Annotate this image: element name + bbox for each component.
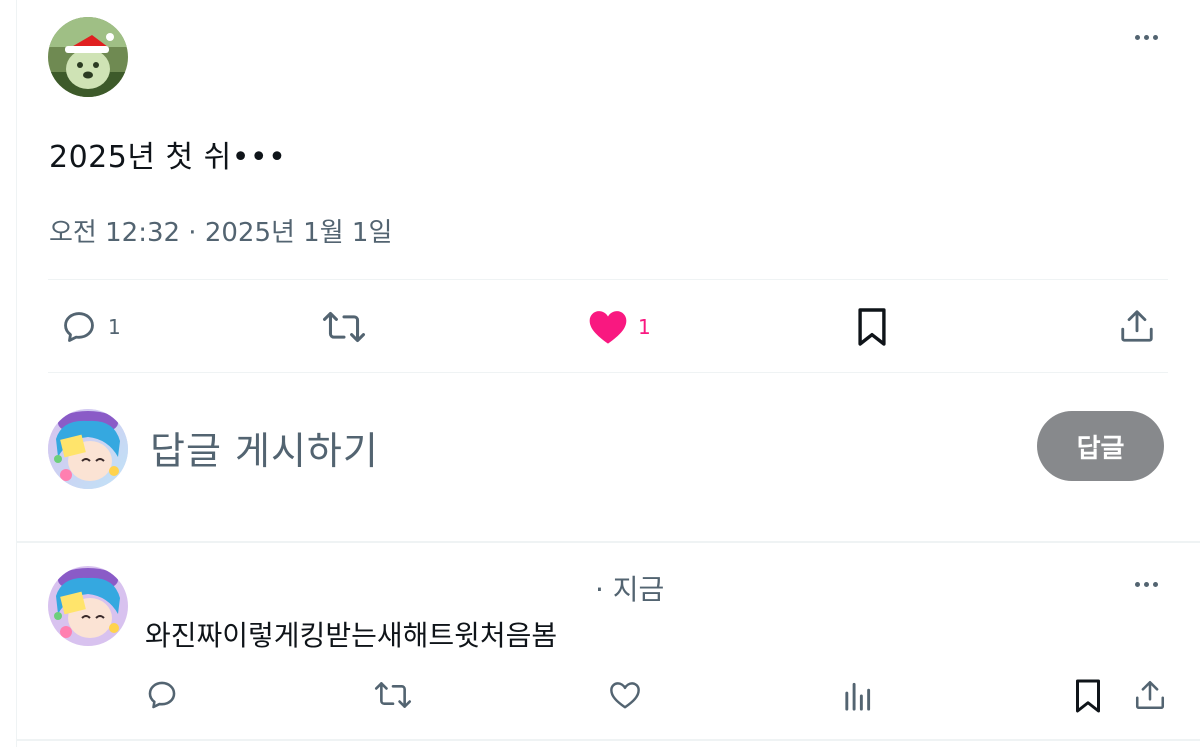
more-options-button[interactable] bbox=[1135, 35, 1158, 40]
divider bbox=[48, 372, 1168, 373]
tweet-timestamp[interactable]: 오전 12:32 · 2025년 1월 1일 bbox=[49, 212, 392, 249]
reply-text: 와진짜이렇게킹받는새해트윗처음봄 bbox=[145, 619, 558, 652]
my-avatar[interactable] bbox=[48, 409, 128, 489]
share-icon bbox=[1135, 680, 1165, 710]
reply-button[interactable]: 1 bbox=[60, 308, 121, 346]
more-icon bbox=[1135, 582, 1140, 587]
author-avatar[interactable] bbox=[48, 17, 128, 97]
reply-author-avatar[interactable] bbox=[48, 566, 128, 646]
reply-icon bbox=[148, 681, 176, 709]
anime-avatar-image bbox=[48, 566, 128, 646]
reply-submit-button[interactable]: 답글 bbox=[1037, 411, 1164, 481]
heart-icon bbox=[610, 682, 640, 709]
reply-count: 1 bbox=[108, 315, 121, 339]
bookmark-button[interactable] bbox=[855, 306, 889, 348]
share-button[interactable] bbox=[1118, 306, 1156, 346]
divider bbox=[48, 279, 1168, 280]
section-divider bbox=[16, 541, 1200, 543]
bookmark-icon bbox=[1076, 679, 1100, 713]
like-count: 1 bbox=[638, 315, 651, 339]
retweet-icon bbox=[323, 311, 365, 343]
dog-avatar-image bbox=[48, 17, 128, 97]
retweet-button[interactable] bbox=[322, 308, 366, 346]
heart-icon bbox=[589, 311, 627, 344]
section-divider bbox=[16, 739, 1200, 741]
reply-reply-button[interactable] bbox=[145, 678, 179, 712]
reply-share-button[interactable] bbox=[1133, 678, 1167, 712]
like-button[interactable]: 1 bbox=[588, 308, 651, 346]
share-icon bbox=[1121, 310, 1153, 342]
tweet-text: 2025년 첫 쉬••• bbox=[49, 140, 287, 175]
views-icon bbox=[845, 682, 871, 711]
anime-avatar-image bbox=[48, 409, 128, 489]
reply-icon bbox=[64, 312, 94, 342]
bookmark-icon bbox=[858, 308, 886, 346]
retweet-icon bbox=[374, 682, 412, 708]
reply-like-button[interactable] bbox=[608, 680, 642, 710]
reply-more-options-button[interactable] bbox=[1135, 582, 1158, 587]
reply-retweet-button[interactable] bbox=[373, 679, 413, 711]
reply-bookmark-button[interactable] bbox=[1073, 677, 1103, 715]
reply-compose-input[interactable]: 답글 게시하기 bbox=[150, 420, 379, 475]
reply-views-button[interactable] bbox=[842, 680, 872, 712]
more-icon bbox=[1135, 35, 1140, 40]
reply-timestamp[interactable]: · 지금 bbox=[595, 568, 664, 608]
